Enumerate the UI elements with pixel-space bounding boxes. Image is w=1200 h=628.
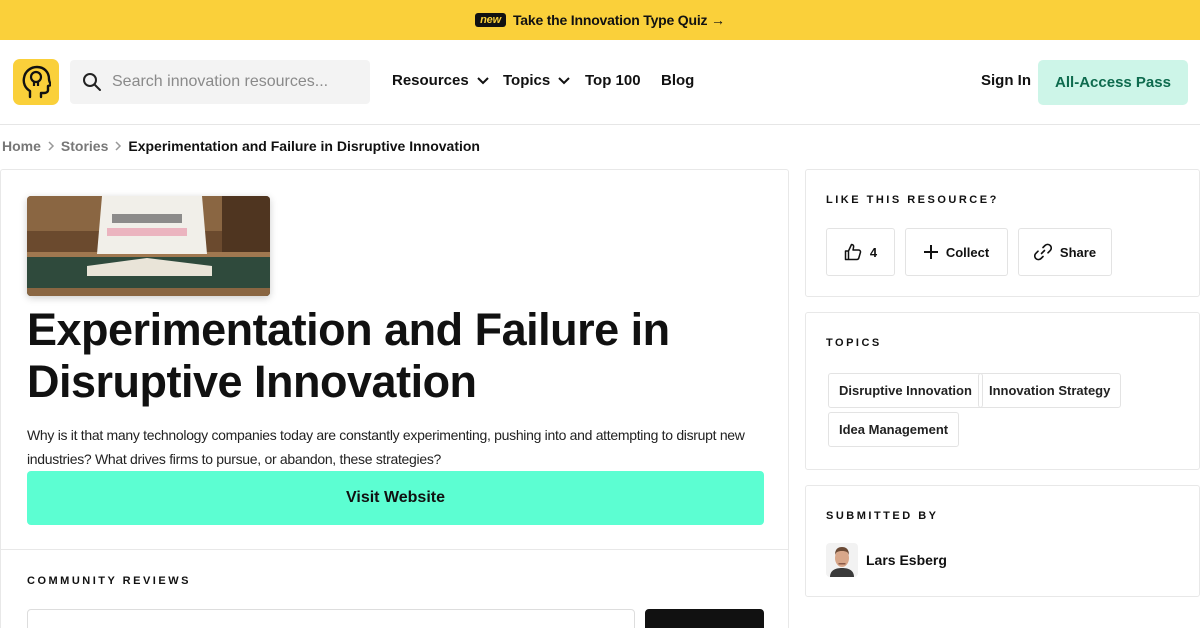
article-description: Why is it that many technology companies… <box>27 427 745 467</box>
topic-tag[interactable]: Innovation Strategy <box>978 373 1122 408</box>
article-card: Experimentation and Failure in Disruptiv… <box>0 169 789 628</box>
breadcrumb-stories[interactable]: Stories <box>61 138 108 154</box>
chevron-down-icon <box>477 76 489 84</box>
topic-tag[interactable]: Idea Management <box>828 412 960 447</box>
chevron-right-icon <box>48 141 54 151</box>
breadcrumb: Home Stories Experimentation and Failure… <box>2 138 480 154</box>
plus-icon <box>923 245 938 259</box>
like-button[interactable]: 4 <box>826 228 895 276</box>
nav-topics[interactable]: Topics <box>503 72 570 89</box>
visit-website-button[interactable]: Visit Website <box>27 471 764 525</box>
community-reviews-label: COMMUNITY REVIEWS <box>27 575 191 587</box>
like-card: LIKE THIS RESOURCE? 4 Collect Share <box>805 169 1200 297</box>
nav-top-100[interactable]: Top 100 <box>585 72 641 89</box>
collect-button[interactable]: Collect <box>905 228 1008 276</box>
quiz-link[interactable]: Take the Innovation Type Quiz → <box>513 12 725 28</box>
logo[interactable] <box>13 59 59 105</box>
divider <box>1 549 788 550</box>
topics-card: TOPICS Disruptive Innovation Innovation … <box>805 312 1200 470</box>
nav-resources-label: Resources <box>392 72 469 89</box>
submitter-name[interactable]: Lars Esberg <box>866 552 947 568</box>
chevron-down-icon <box>558 76 570 84</box>
new-badge: new <box>475 13 506 27</box>
head-lightbulb-icon <box>22 65 51 99</box>
nav-blog[interactable]: Blog <box>661 72 694 89</box>
avatar[interactable] <box>826 543 858 577</box>
breadcrumb-home[interactable]: Home <box>2 138 41 154</box>
submitted-by-card: SUBMITTED BY Lars Esberg <box>805 485 1200 597</box>
search-icon <box>83 73 101 91</box>
nav-resources[interactable]: Resources <box>392 72 489 89</box>
search-input[interactable] <box>112 73 352 91</box>
thumbnail-photo <box>27 196 270 296</box>
all-access-pass-button[interactable]: All-Access Pass <box>1038 60 1188 105</box>
link-icon <box>1033 243 1052 261</box>
like-label: LIKE THIS RESOURCE? <box>826 194 999 206</box>
article-title: Experimentation and Failure in Disruptiv… <box>27 304 670 407</box>
nav-top-100-label: Top 100 <box>585 72 641 89</box>
chevron-right-icon <box>115 141 122 151</box>
top-navbar: Resources Topics Top 100 Blog Sign In Al… <box>0 40 1200 125</box>
topic-tag[interactable]: Disruptive Innovation <box>828 373 983 408</box>
breadcrumb-current: Experimentation and Failure in Disruptiv… <box>128 138 480 154</box>
nav-blog-label: Blog <box>661 72 695 89</box>
share-label: Share <box>1059 244 1097 260</box>
promo-banner[interactable]: new Take the Innovation Type Quiz → <box>0 0 1200 40</box>
nav-topics-label: Topics <box>503 72 551 89</box>
like-count: 4 <box>869 244 878 260</box>
article-thumbnail <box>27 196 270 296</box>
avatar-photo <box>826 543 858 577</box>
sign-in-link[interactable]: Sign In <box>981 72 1031 89</box>
submit-review-button[interactable] <box>645 609 764 628</box>
thumbs-up-icon <box>844 243 862 261</box>
review-input[interactable] <box>27 609 635 628</box>
topics-label: TOPICS <box>826 337 882 349</box>
search-box[interactable] <box>70 60 370 104</box>
collect-label: Collect <box>945 244 990 260</box>
share-button[interactable]: Share <box>1018 228 1112 276</box>
submitted-by-label: SUBMITTED BY <box>826 510 939 522</box>
